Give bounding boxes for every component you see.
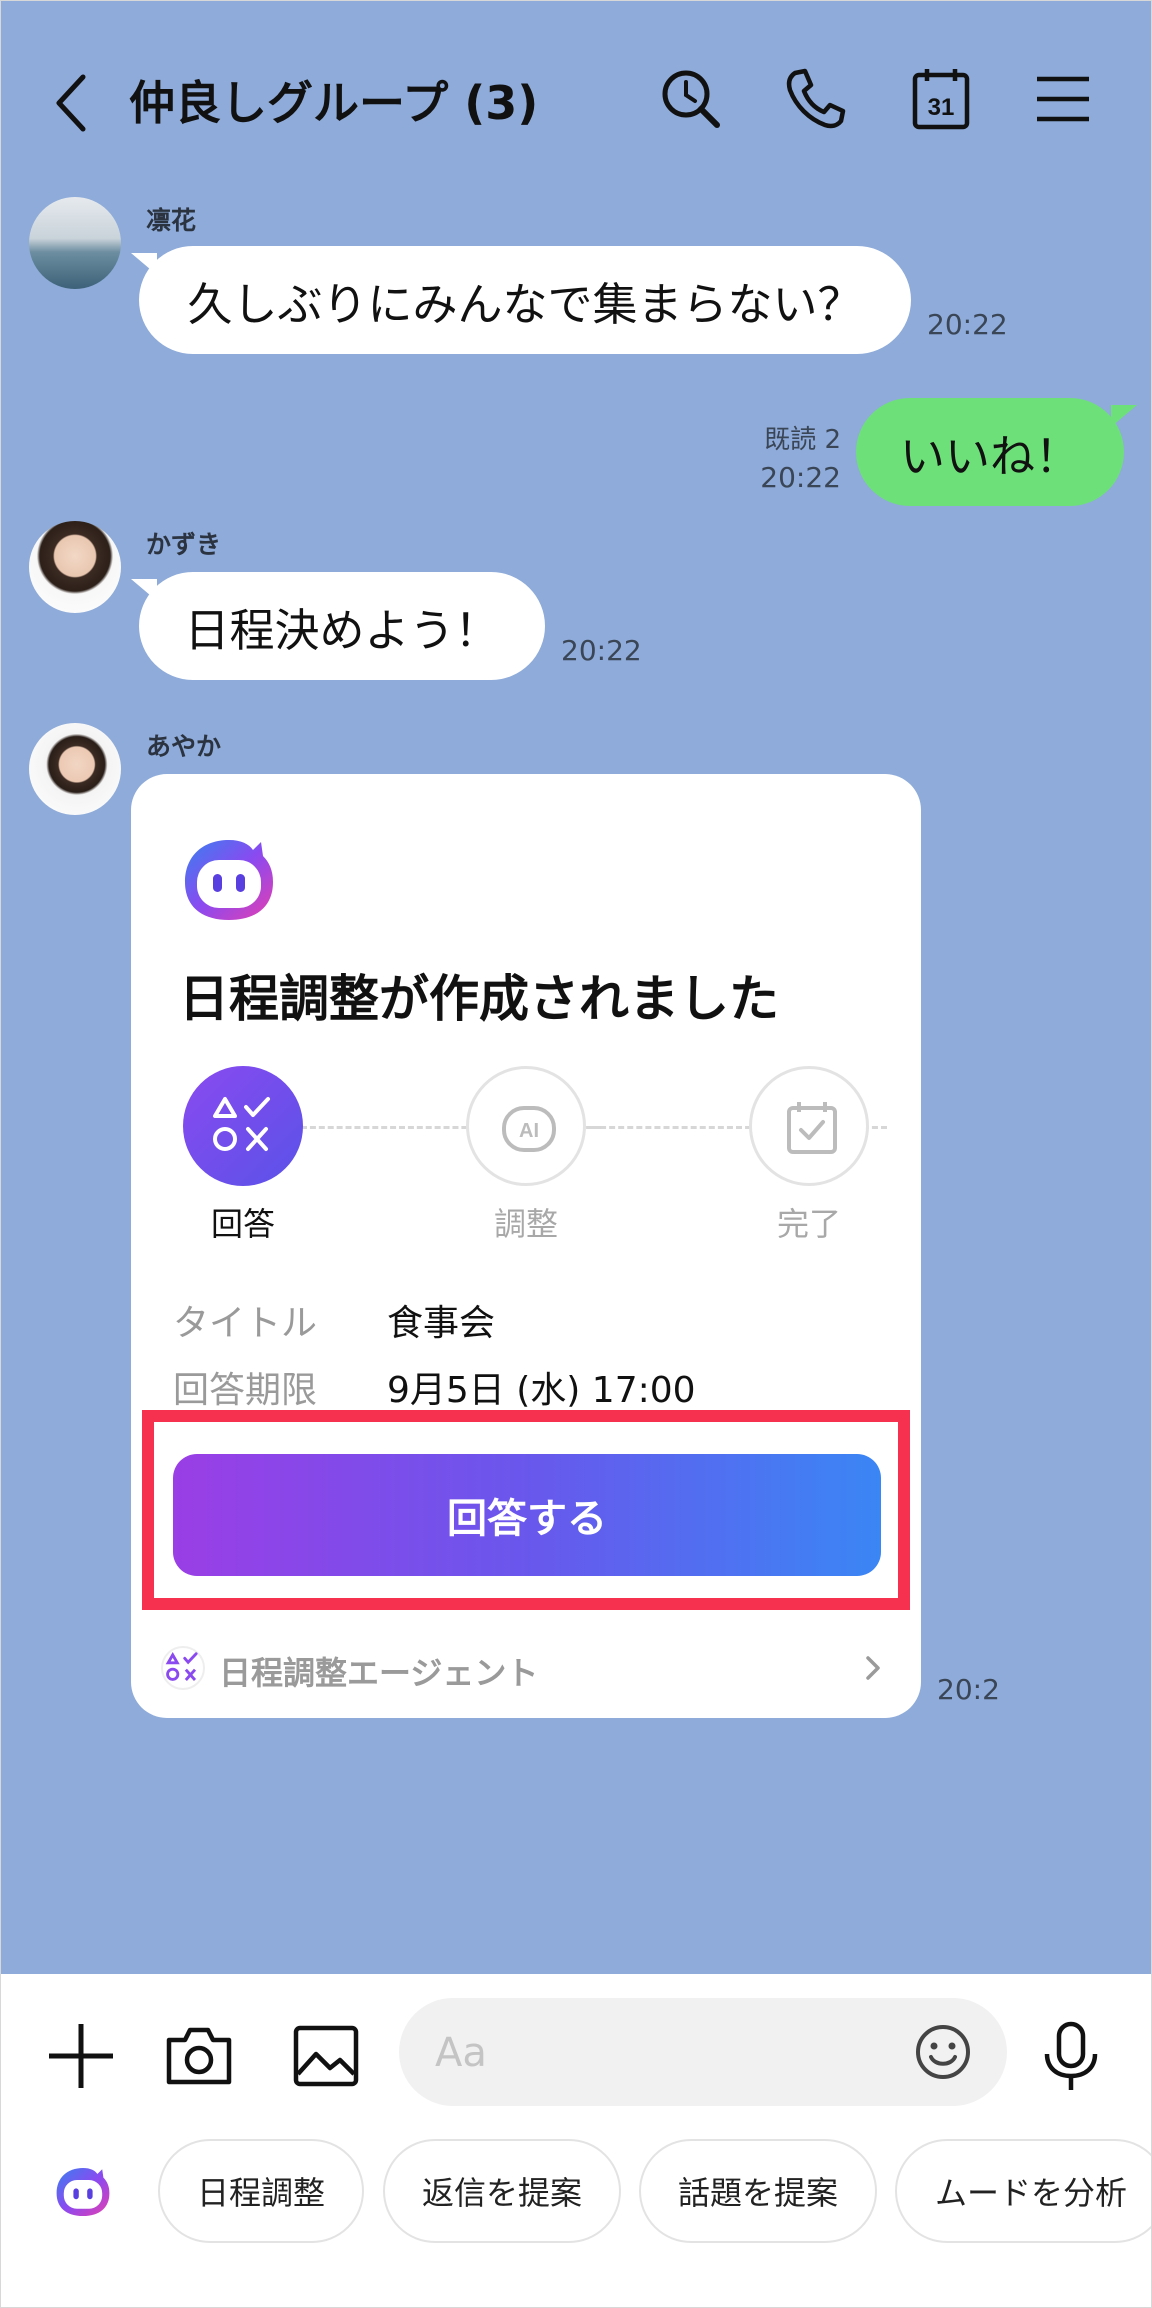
agent-bot-icon[interactable] <box>53 2162 113 2222</box>
chevron-right-icon <box>861 1650 885 1686</box>
image-icon[interactable] <box>286 2016 366 2096</box>
agent-bot-icon <box>179 830 279 930</box>
agent-link[interactable]: 日程調整エージェント <box>161 1644 891 1694</box>
chip-analyze-mood[interactable]: ムードを分析 <box>895 2139 1151 2243</box>
chat-header: 仲良しグループ (3) 31 <box>1 1 1151 191</box>
avatar[interactable] <box>29 197 121 289</box>
title-label: タイトル <box>173 1303 318 1344</box>
message-bubble[interactable]: 久しぶりにみんなで集まらない？ <box>139 246 911 354</box>
message-input[interactable]: Aa <box>399 1998 1007 2106</box>
message-time: 20:22 <box>927 308 1008 341</box>
step-adjust: AI <box>466 1066 586 1186</box>
calendar-icon[interactable]: 31 <box>905 63 977 135</box>
chat-screen: 仲良しグループ (3) 31 凛花 久しぶりにみんなで集まらない？ 20:22 … <box>0 0 1152 2308</box>
card-title: 日程調整が作成されました <box>179 970 779 1028</box>
microphone-icon[interactable] <box>1031 2016 1111 2096</box>
message-time: 20:22 <box>561 634 642 667</box>
step-label: 完了 <box>776 1205 841 1243</box>
read-receipt: 既読 2 20:22 <box>701 421 841 497</box>
svg-text:AI: AI <box>519 1120 539 1142</box>
message-time: 20:22 <box>760 461 841 494</box>
svg-text:31: 31 <box>928 94 955 121</box>
agent-symbols-icon <box>161 1646 205 1690</box>
sender-name: あやか <box>146 732 222 761</box>
chip-schedule[interactable]: 日程調整 <box>158 2139 364 2243</box>
composer-area: Aa 日程調整 返信を提案 話題を提案 ムードを分析 <box>1 1974 1151 2307</box>
avatar[interactable] <box>29 521 121 613</box>
input-placeholder: Aa <box>435 2030 487 2076</box>
ai-icon: AI <box>502 1106 556 1152</box>
camera-icon[interactable] <box>159 2016 239 2096</box>
symbols-icon <box>213 1097 270 1151</box>
sender-name: 凛花 <box>146 206 197 235</box>
agent-label: 日程調整エージェント <box>219 1654 539 1692</box>
calendar-check-icon <box>787 1102 837 1154</box>
chat-title: 仲良しグループ (3) <box>129 76 539 130</box>
deadline-value: 9月5日 (水) 17:00 <box>387 1370 696 1411</box>
step-complete <box>749 1066 869 1186</box>
bubble-tail <box>1111 405 1137 427</box>
title-value: 食事会 <box>387 1303 496 1344</box>
step-label: 回答 <box>210 1205 275 1243</box>
back-icon[interactable] <box>53 73 93 133</box>
chip-suggest-topic[interactable]: 話題を提案 <box>639 2139 877 2243</box>
phone-icon[interactable] <box>779 63 851 135</box>
message-bubble-own[interactable]: いいね！ <box>856 398 1124 506</box>
deadline-label: 回答期限 <box>173 1370 318 1411</box>
emoji-icon[interactable] <box>913 2022 973 2082</box>
message-time: 20:2 <box>937 1673 1000 1706</box>
menu-icon[interactable] <box>1027 63 1099 135</box>
search-icon[interactable] <box>655 63 727 135</box>
avatar[interactable] <box>29 723 121 815</box>
schedule-card: 日程調整が作成されました 回答 AI 調整 完了 タイトル 食事会 回答期限 9… <box>131 774 921 1718</box>
message-bubble[interactable]: 日程決めよう！ <box>139 572 545 680</box>
read-count: 既読 2 <box>764 425 841 455</box>
chip-suggest-reply[interactable]: 返信を提案 <box>383 2139 621 2243</box>
step-answer <box>183 1066 303 1186</box>
step-label: 調整 <box>493 1205 558 1243</box>
plus-icon[interactable] <box>41 2016 121 2096</box>
sender-name: かずき <box>146 530 222 559</box>
answer-button[interactable]: 回答する <box>173 1454 881 1576</box>
